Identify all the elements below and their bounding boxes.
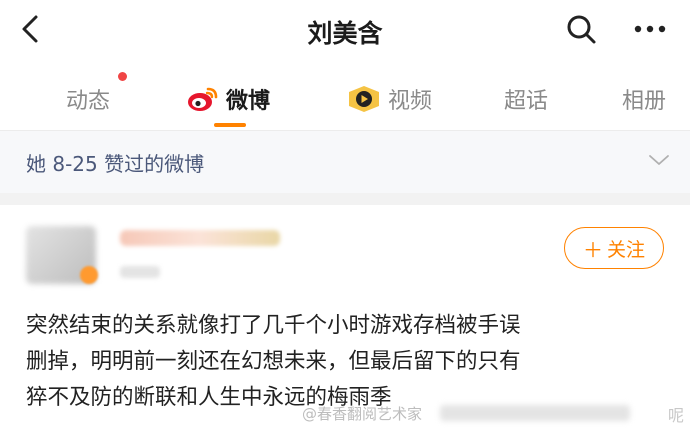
tab-label: 相册	[622, 89, 667, 114]
liked-posts-banner[interactable]: 她 8-25 赞过的微博	[0, 131, 690, 193]
post-text[interactable]: 突然结束的关系就像打了几千个小时游戏存档被手误 删掉，明明前一刻还在幻想未来，但…	[26, 308, 666, 416]
video-channel-icon	[349, 86, 379, 112]
post-text-line: 删掉，明明前一刻还在幻想未来，但最后留下的只有	[26, 349, 521, 374]
plus-icon: ＋	[582, 237, 603, 262]
search-icon[interactable]	[564, 12, 598, 46]
post-meta-blurred	[120, 266, 160, 278]
watermark: @春香翻阅艺术家	[302, 405, 423, 423]
username-blurred[interactable]	[120, 230, 280, 246]
follow-label: 关注	[606, 238, 645, 261]
tab-weibo[interactable]: 微博	[186, 82, 270, 116]
watermark-blurred	[440, 405, 630, 421]
tab-video[interactable]: 视频	[346, 82, 432, 116]
tab-label: 微博	[226, 89, 271, 114]
top-bar: 刘美含	[0, 0, 690, 60]
notification-dot	[118, 72, 127, 81]
weibo-logo-icon	[188, 87, 218, 111]
verified-badge-icon	[80, 266, 98, 284]
section-divider	[0, 193, 690, 205]
active-tab-indicator	[214, 123, 246, 127]
tab-label: 超话	[504, 89, 549, 114]
liked-posts-label: 她 8-25 赞过的微博	[26, 152, 205, 176]
chevron-down-icon[interactable]	[648, 151, 670, 169]
tab-feed[interactable]: 动态	[66, 82, 110, 116]
follow-button[interactable]: ＋ 关注	[564, 227, 664, 269]
watermark-tail: 呢	[668, 406, 685, 425]
profile-tabs: 动态 微博 视频 超话 相册	[0, 66, 690, 131]
tab-album[interactable]: 相册	[622, 82, 666, 116]
tab-label: 视频	[388, 89, 433, 114]
tab-super-topic[interactable]: 超话	[504, 82, 548, 116]
more-horizontal-icon[interactable]	[630, 12, 670, 46]
post-text-line: 突然结束的关系就像打了几千个小时游戏存档被手误	[26, 313, 521, 338]
tab-label: 动态	[66, 89, 111, 114]
